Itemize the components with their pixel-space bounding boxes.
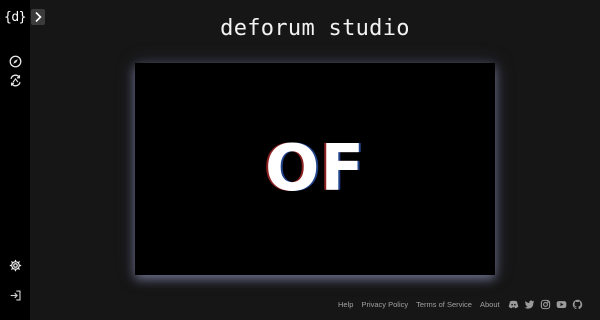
compass-icon[interactable]: [8, 54, 22, 68]
terms-of-service-link[interactable]: Terms of Service: [416, 300, 472, 309]
github-icon[interactable]: [572, 299, 583, 310]
logo[interactable]: {d}: [4, 9, 26, 27]
sidebar: {d}: [0, 0, 30, 320]
about-link[interactable]: About: [480, 300, 500, 309]
twitter-icon[interactable]: [524, 299, 535, 310]
instagram-icon[interactable]: [540, 299, 551, 310]
refresh-icon[interactable]: [8, 73, 22, 87]
discord-icon[interactable]: [508, 299, 519, 310]
privacy-policy-link[interactable]: Privacy Policy: [361, 300, 408, 309]
help-link[interactable]: Help: [338, 300, 353, 309]
login-icon[interactable]: [8, 288, 22, 302]
app-title: deforum studio: [220, 16, 410, 41]
footer-links: Help Privacy Policy Terms of Service Abo…: [338, 297, 500, 311]
settings-icon[interactable]: [8, 258, 22, 272]
preview-canvas: OF: [135, 63, 495, 275]
social-links: [508, 297, 583, 311]
youtube-icon[interactable]: [556, 299, 567, 310]
preview-text: OF: [264, 132, 366, 206]
